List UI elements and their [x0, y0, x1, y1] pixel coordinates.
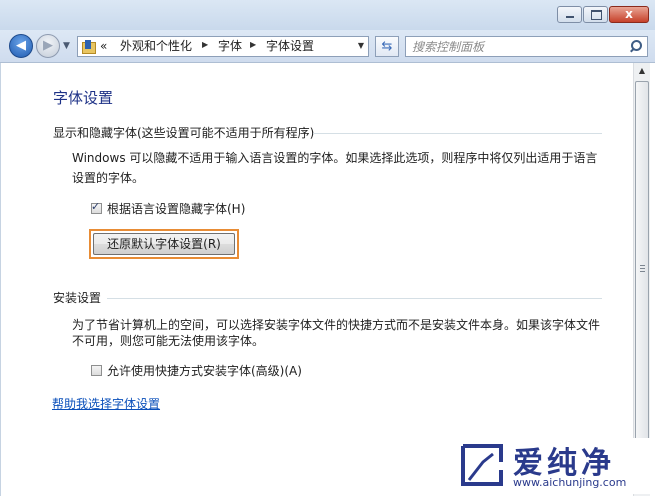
refresh-button[interactable]: ⇆	[375, 36, 399, 57]
help-choose-font-settings-link[interactable]: 帮助我选择字体设置	[52, 395, 160, 412]
forward-button[interactable]: ▶	[36, 34, 60, 58]
minimize-button[interactable]	[557, 6, 582, 23]
recent-pages-dropdown-icon[interactable]: ▼	[63, 41, 70, 51]
hide-fonts-label[interactable]: 根据语言设置隐藏字体(H)	[107, 200, 245, 217]
restore-default-font-settings-highlight: 还原默认字体设置(R)	[89, 229, 239, 259]
breadcrumb-separator-icon[interactable]: ▶	[250, 40, 256, 49]
breadcrumb-appearance[interactable]: 外观和个性化	[120, 39, 192, 54]
scrollbar-thumb[interactable]	[635, 81, 649, 461]
navigation-bar: ◀ ▶ ▼ « 外观和个性化 ▶ 字体 ▶ 字体设置 ▼ ⇆	[0, 30, 655, 63]
scroll-up-arrow-icon[interactable]: ▲	[634, 63, 650, 79]
group-divider	[107, 298, 602, 299]
maximize-icon	[591, 10, 602, 20]
watermark-logo-icon	[461, 444, 503, 486]
close-button[interactable]: x	[609, 6, 649, 23]
vertical-scrollbar[interactable]: ▲	[633, 63, 650, 496]
address-bar[interactable]: « 外观和个性化 ▶ 字体 ▶ 字体设置 ▼	[77, 36, 369, 57]
shortcut-install-label[interactable]: 允许使用快捷方式安装字体(高级)(A)	[107, 362, 302, 379]
checkmark-icon: ✓	[91, 199, 101, 213]
hide-fonts-checkbox-row[interactable]: ✓ 根据语言设置隐藏字体(H)	[91, 200, 245, 216]
search-input[interactable]	[412, 37, 622, 56]
breadcrumb-font-settings[interactable]: 字体设置	[266, 39, 314, 54]
refresh-icon: ⇆	[381, 39, 393, 54]
shortcut-install-checkbox[interactable]	[91, 364, 102, 376]
control-panel-folder-icon	[82, 40, 96, 54]
content-pane: 字体设置 显示和隐藏字体(这些设置可能不适用于所有程序) Windows 可以隐…	[0, 63, 633, 496]
shortcut-install-checkbox-row[interactable]: 允许使用快捷方式安装字体(高级)(A)	[91, 362, 302, 378]
page-title: 字体设置	[53, 89, 114, 107]
show-hide-description-line1: Windows 可以隐藏不适用于输入语言设置的字体。如果选择此选项，则程序中将仅…	[72, 151, 598, 165]
breadcrumb-separator-icon[interactable]: ▶	[202, 40, 208, 49]
show-hide-description-line2: 设置的字体。	[72, 171, 145, 185]
group-header-show-hide: 显示和隐藏字体(这些设置可能不适用于所有程序)	[53, 126, 315, 140]
minimize-icon	[566, 16, 574, 18]
hide-fonts-checkbox[interactable]: ✓	[91, 199, 102, 214]
title-bar: x	[0, 0, 655, 31]
close-icon: x	[625, 7, 633, 21]
maximize-button[interactable]	[583, 6, 608, 23]
watermark-url: www.aichunjing.com	[513, 476, 627, 489]
watermark: 爱纯净 www.aichunjing.com	[455, 438, 651, 494]
address-dropdown-icon[interactable]: ▼	[358, 41, 364, 50]
group-header-install-settings: 安装设置	[53, 291, 102, 305]
breadcrumb-overflow[interactable]: «	[100, 39, 107, 54]
breadcrumb-fonts[interactable]: 字体	[218, 39, 242, 54]
group-divider	[313, 133, 602, 134]
search-icon[interactable]	[629, 40, 642, 53]
back-button[interactable]: ◀	[9, 34, 33, 58]
search-box[interactable]	[405, 36, 648, 57]
install-description-line2: 不可用，则您可能无法使用该字体。	[72, 334, 265, 348]
restore-default-font-settings-button[interactable]: 还原默认字体设置(R)	[93, 233, 235, 255]
scrollbar-grip-icon	[640, 265, 645, 272]
window-controls: x	[557, 6, 649, 23]
